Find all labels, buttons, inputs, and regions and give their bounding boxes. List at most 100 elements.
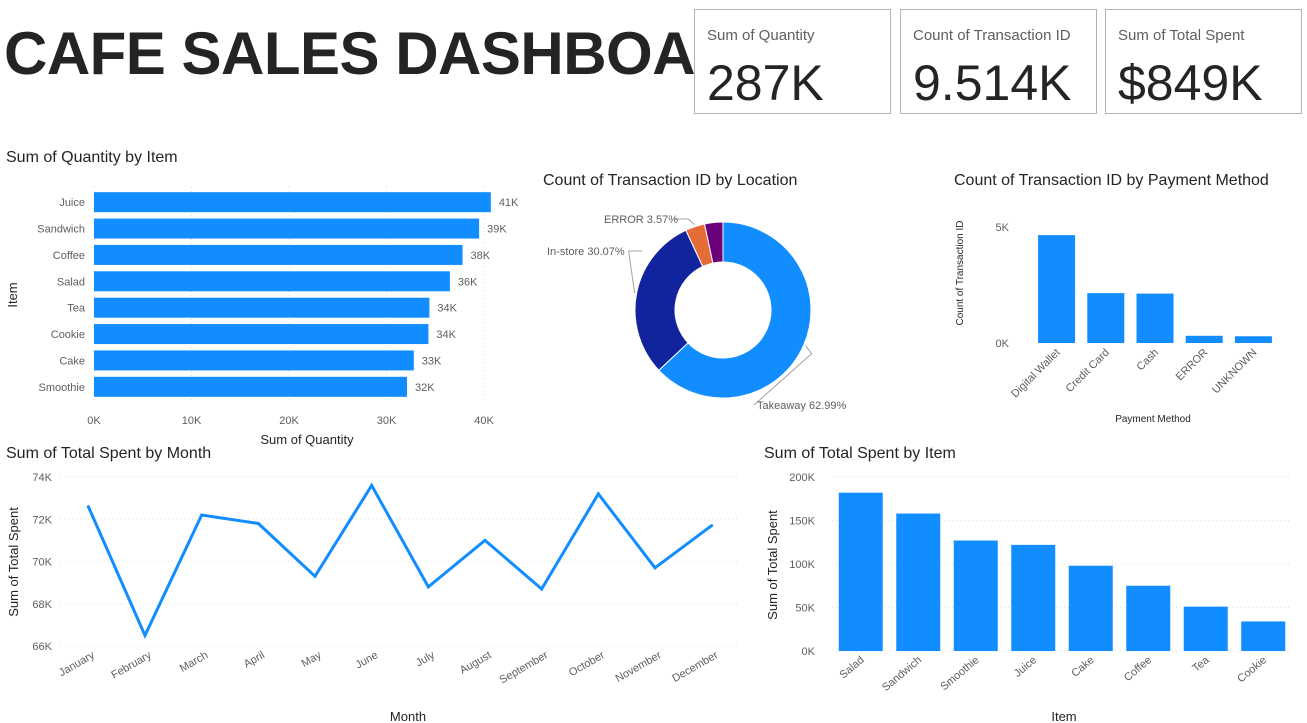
x-axis-title: Month <box>390 709 426 723</box>
x-tick-label: ERROR <box>1174 347 1211 384</box>
data-point <box>143 633 147 637</box>
x-tick-label: Sandwich <box>880 654 924 694</box>
slice-label: In-store 30.07% <box>547 246 625 258</box>
x-tick-label: Juice <box>1012 654 1039 680</box>
bar <box>1234 336 1272 343</box>
x-tick-label: September <box>498 649 551 686</box>
data-point <box>653 566 657 570</box>
bar <box>1183 606 1228 651</box>
data-point <box>370 483 374 487</box>
x-tick-label: October <box>567 649 607 679</box>
y-tick-label: Tea <box>67 303 86 315</box>
y-tick-label: 66K <box>32 641 52 653</box>
y-tick-label: Salad <box>57 276 85 288</box>
data-point <box>256 521 260 525</box>
x-tick-label: 0K <box>87 415 101 427</box>
y-tick-label: 0K <box>802 646 816 658</box>
x-tick-label: 30K <box>377 415 397 427</box>
x-tick-label: Cookie <box>1235 654 1269 685</box>
data-label: 41K <box>499 197 519 209</box>
x-tick-label: August <box>458 649 494 677</box>
x-tick-label: July <box>414 649 437 669</box>
data-label: 34K <box>436 329 456 341</box>
data-label: 38K <box>471 250 491 262</box>
x-tick-label: 40K <box>474 415 494 427</box>
bar <box>94 324 429 345</box>
x-tick-label: December <box>670 649 720 685</box>
x-axis-title: Sum of Quantity <box>260 432 354 447</box>
series-line <box>86 482 713 640</box>
y-axis-title: Item <box>5 282 20 307</box>
y-tick-label: 68K <box>32 599 52 611</box>
bar <box>1126 585 1171 651</box>
data-label: 34K <box>437 303 457 315</box>
bar <box>896 513 941 651</box>
bar <box>94 218 480 239</box>
bar <box>94 271 450 292</box>
data-label: 33K <box>422 355 442 367</box>
y-tick-label: 50K <box>795 603 815 615</box>
y-tick-label: Cake <box>59 355 85 367</box>
x-tick-label: Digital Wallet <box>1009 347 1063 401</box>
data-point <box>200 513 204 517</box>
y-tick-label: 100K <box>789 559 815 571</box>
x-tick-label: March <box>178 649 210 675</box>
slice-label: ERROR 3.57% <box>604 214 678 226</box>
bar <box>1185 335 1223 343</box>
bar <box>838 492 883 651</box>
y-tick-label: 0K <box>996 338 1010 350</box>
bar <box>1136 293 1174 343</box>
bar <box>1087 293 1125 343</box>
data-label: 36K <box>458 276 478 288</box>
x-tick-label: Cake <box>1069 654 1096 680</box>
bar <box>94 297 430 318</box>
x-tick-label: 10K <box>182 415 202 427</box>
x-axis-title: Payment Method <box>1115 414 1191 425</box>
data-point <box>596 492 600 496</box>
bar <box>1038 235 1076 343</box>
y-tick-label: 74K <box>32 472 52 484</box>
bar <box>1068 565 1113 651</box>
x-tick-label: Credit Card <box>1064 347 1112 395</box>
data-point <box>483 538 487 542</box>
data-point <box>540 587 544 591</box>
x-tick-label: 20K <box>279 415 299 427</box>
bar <box>94 192 491 213</box>
y-axis-title: Sum of Total Spent <box>6 507 21 617</box>
y-tick-label: 72K <box>32 514 52 526</box>
y-tick-label: 5K <box>996 222 1010 234</box>
data-label: 39K <box>487 224 507 236</box>
x-tick-label: UNKNOWN <box>1210 347 1260 397</box>
y-axis-title: Sum of Total Spent <box>765 510 780 620</box>
x-tick-label: Cash <box>1134 347 1161 374</box>
x-axis-title: Item <box>1051 709 1076 723</box>
x-tick-label: Salad <box>837 654 866 681</box>
x-tick-label: Tea <box>1190 654 1212 675</box>
data-point <box>313 574 317 578</box>
bar <box>94 376 407 397</box>
x-tick-label: November <box>614 649 664 685</box>
x-tick-label: April <box>242 649 267 670</box>
y-tick-label: Cookie <box>51 329 85 341</box>
x-tick-label: February <box>109 649 154 682</box>
y-tick-label: Smoothie <box>39 382 85 394</box>
y-tick-label: 200K <box>789 472 815 484</box>
data-point <box>710 524 714 528</box>
data-label: 32K <box>415 382 435 394</box>
x-tick-label: June <box>354 649 381 671</box>
y-tick-label: Sandwich <box>37 224 85 236</box>
data-point <box>426 585 430 589</box>
y-tick-label: 70K <box>32 557 52 569</box>
bar <box>94 244 463 265</box>
x-tick-label: Coffee <box>1122 654 1154 684</box>
bar <box>1241 621 1286 651</box>
y-tick-label: Juice <box>59 197 85 209</box>
x-tick-label: January <box>57 649 97 679</box>
x-tick-label: Smoothie <box>938 654 981 693</box>
y-axis-title: Count of Transaction ID <box>955 220 966 325</box>
y-tick-label: Coffee <box>53 250 85 262</box>
charts-canvas: 0K 10K 20K 30K 40K Juice 41K Sandwich 39K Coffee 3… <box>5 187 1292 723</box>
bar <box>953 540 998 651</box>
bar <box>1011 544 1056 651</box>
slice-label: Takeaway 62.99% <box>757 400 846 412</box>
